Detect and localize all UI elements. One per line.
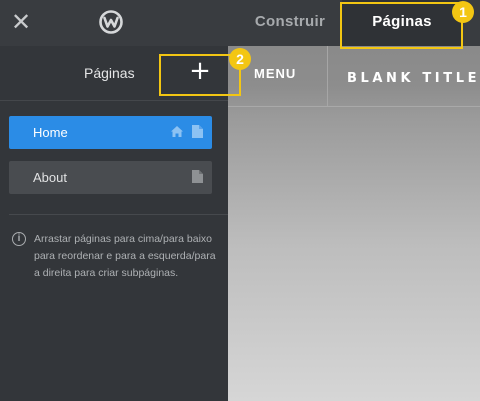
page-icon <box>192 170 203 183</box>
menu-link[interactable]: MENU <box>254 66 296 81</box>
weebly-logo <box>99 10 123 34</box>
site-preview: MENU BLANK TITLE <box>228 46 480 401</box>
step-badge-1: 1 <box>452 1 474 23</box>
step-badge-2: 2 <box>229 48 251 70</box>
page-label: About <box>33 170 67 185</box>
tab-construir[interactable]: Construir <box>240 0 340 46</box>
close-icon[interactable]: ✕ <box>10 10 32 34</box>
pages-panel: Páginas + Home About i Arrastar páginas … <box>0 46 228 401</box>
tutorial-highlight-pages-tab <box>340 2 463 49</box>
home-icon <box>171 126 183 137</box>
site-nav: MENU BLANK TITLE <box>228 46 480 107</box>
nav-separator <box>327 46 328 106</box>
divider <box>9 214 228 215</box>
info-icon: i <box>12 232 26 246</box>
page-icon <box>192 125 203 138</box>
site-title[interactable]: BLANK TITLE <box>347 71 480 86</box>
help-text: Arrastar páginas para cima/para baixo pa… <box>34 233 216 279</box>
page-label: Home <box>33 125 68 140</box>
page-item-about[interactable]: About <box>9 161 212 194</box>
panel-title: Páginas <box>84 65 135 81</box>
page-item-home[interactable]: Home <box>9 116 212 149</box>
